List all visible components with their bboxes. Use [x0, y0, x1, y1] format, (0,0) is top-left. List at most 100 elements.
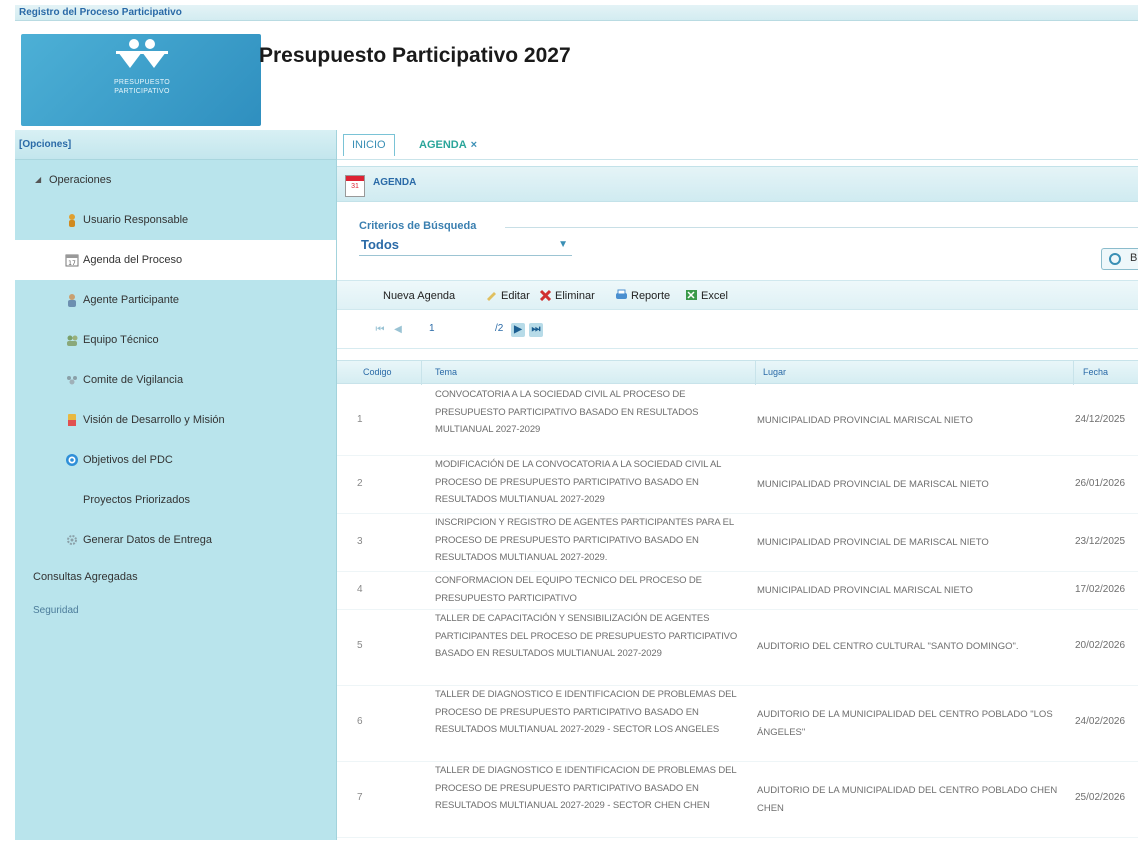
table-row[interactable]: 5 TALLER DE CAPACITACIÓN Y SENSIBILIZACI…: [337, 610, 1138, 686]
sidebar-item-label: Comite de Vigilancia: [83, 374, 184, 386]
cell-code: 5: [357, 640, 363, 651]
cell-code: 6: [357, 716, 363, 727]
divider: [1073, 361, 1074, 385]
page-total: /2: [495, 323, 504, 334]
cell-tema: CONFORMACION DEL EQUIPO TECNICO DEL PROC…: [435, 575, 702, 604]
cell-fecha: 26/01/2026: [1075, 478, 1126, 489]
cell-code: 1: [357, 414, 363, 425]
excel-button[interactable]: Excel: [685, 289, 728, 305]
sidebar-item-proyectos-priorizados[interactable]: Proyectos Priorizados: [15, 480, 336, 520]
report-button[interactable]: Reporte: [615, 289, 670, 305]
divider: [505, 227, 1138, 228]
sidebar-item-label: Equipo Técnico: [83, 334, 159, 346]
table-row[interactable]: 2 MODIFICACIÓN DE LA CONVOCATORIA A LA S…: [337, 456, 1138, 514]
edit-button[interactable]: Editar: [485, 289, 530, 305]
cell-tema: INSCRIPCION Y REGISTRO DE AGENTES PARTIC…: [435, 517, 734, 563]
cell-fecha: 25/02/2026: [1075, 792, 1126, 803]
cell-tema: TALLER DE DIAGNOSTICO E IDENTIFICACION D…: [435, 765, 737, 811]
column-header-lugar[interactable]: Lugar: [763, 367, 786, 377]
sidebar-section-seguridad[interactable]: Seguridad: [15, 594, 336, 628]
sidebar-item-comite-de-vigilancia[interactable]: Comite de Vigilancia: [15, 360, 336, 400]
search-legend: Criterios de Búsqueda: [359, 220, 477, 232]
gear-icon: [67, 535, 77, 545]
cell-lugar: AUDITORIO DE LA MUNICIPALIDAD DEL CENTRO…: [757, 785, 1058, 814]
sidebar-item-label: Agenda del Proceso: [83, 254, 183, 266]
table-header: Codigo Tema Lugar Fecha: [337, 360, 1138, 385]
printer-icon: [616, 289, 627, 299]
column-header-fecha[interactable]: Fecha: [1083, 367, 1108, 377]
search-button[interactable]: B: [1101, 248, 1138, 270]
table-row[interactable]: 1 CONVOCATORIA A LA SOCIEDAD CIVIL AL PR…: [337, 386, 1138, 456]
table-row[interactable]: 6 TALLER DE DIAGNOSTICO E IDENTIFICACION…: [337, 686, 1138, 762]
cell-fecha: 24/12/2025: [1075, 414, 1126, 425]
committee-icon: [67, 376, 77, 385]
chevron-down-icon[interactable]: ▼: [558, 239, 568, 250]
cell-code: 4: [357, 584, 363, 595]
search-button-label: B: [1130, 252, 1138, 264]
sidebar-item-label: Generar Datos de Entrega: [83, 534, 213, 546]
close-icon[interactable]: ×: [471, 139, 477, 151]
tree-node-operaciones[interactable]: ◢ Operaciones: [15, 160, 336, 200]
cell-lugar: AUDITORIO DE LA MUNICIPALIDAD DEL CENTRO…: [757, 709, 1053, 738]
svg-text:17: 17: [68, 260, 76, 267]
report-label: Reporte: [631, 290, 671, 302]
last-page-icon[interactable]: ⏭: [529, 323, 543, 337]
cell-lugar: MUNICIPALIDAD PROVINCIAL DE MARISCAL NIE…: [757, 479, 989, 490]
sidebar-item-agente-participante[interactable]: Agente Participante: [15, 280, 336, 320]
tab-inicio[interactable]: INICIO: [343, 134, 395, 156]
filter-select[interactable]: Todos ▼: [359, 236, 572, 256]
cell-tema: TALLER DE CAPACITACIÓN Y SENSIBILIZACIÓN…: [435, 613, 738, 659]
tree-node-label: Operaciones: [49, 174, 112, 186]
table-row[interactable]: 7 TALLER DE DIAGNOSTICO E IDENTIFICACION…: [337, 762, 1138, 838]
caret-down-icon[interactable]: ◢: [35, 160, 41, 200]
first-page-icon[interactable]: ⏮: [373, 323, 387, 337]
sidebar-item-equipo-tecnico[interactable]: Equipo Técnico: [15, 320, 336, 360]
panel-title: AGENDA: [373, 177, 417, 188]
delete-icon: [539, 289, 552, 301]
cell-lugar: AUDITORIO DEL CENTRO CULTURAL "SANTO DOM…: [757, 641, 1019, 652]
logo-people-icon: [116, 39, 168, 68]
cell-fecha: 24/02/2026: [1075, 716, 1126, 727]
sidebar-item-agenda-del-proceso[interactable]: 17 Agenda del Proceso: [15, 240, 336, 280]
page-input[interactable]: 1: [429, 323, 435, 334]
edit-label: Editar: [501, 290, 530, 302]
sidebar-item-label: Visión de Desarrollo y Misión: [83, 414, 225, 426]
next-page-icon[interactable]: ▶: [511, 323, 525, 337]
window-title-bar: Registro del Proceso Participativo: [15, 5, 1138, 21]
sidebar-item-vision-de-desarrollo[interactable]: Visión de Desarrollo y Misión: [15, 400, 336, 440]
window-title: Registro del Proceso Participativo: [19, 7, 182, 18]
table-row[interactable]: 3 INSCRIPCION Y REGISTRO DE AGENTES PART…: [337, 514, 1138, 572]
sidebar-section-consultas[interactable]: Consultas Agregadas: [15, 560, 336, 594]
user-icon: [69, 214, 75, 227]
table-row[interactable]: 4 CONFORMACION DEL EQUIPO TECNICO DEL PR…: [337, 572, 1138, 610]
cell-lugar: MUNICIPALIDAD PROVINCIAL MARISCAL NIETO: [757, 585, 973, 596]
search-icon: [1109, 253, 1121, 265]
new-agenda-label: Nueva Agenda: [383, 290, 456, 302]
delete-button[interactable]: Eliminar: [539, 289, 595, 305]
header: PRESUPUESTO PARTICIPATIVO Presupuesto Pa…: [15, 22, 1138, 130]
new-agenda-button[interactable]: Nueva Agenda: [383, 289, 455, 305]
target-icon: [66, 454, 78, 466]
sidebar-item-label: Proyectos Priorizados: [83, 494, 190, 506]
sidebar-item-label: Objetivos del PDC: [83, 454, 173, 466]
sidebar-item-label: Agente Participante: [83, 294, 180, 306]
search-criteria: Criterios de Búsqueda Todos ▼: [359, 220, 1138, 260]
team-icon: [67, 335, 78, 346]
tab-agenda[interactable]: AGENDA ×: [415, 134, 481, 156]
person-icon: [68, 294, 76, 307]
cell-fecha: 23/12/2025: [1075, 536, 1126, 547]
sidebar-header[interactable]: [Opciones]: [15, 130, 336, 160]
excel-label: Excel: [701, 290, 728, 302]
toolbar: Nueva Agenda Editar Eliminar Reporte Exc…: [337, 280, 1138, 310]
delete-label: Eliminar: [555, 290, 595, 302]
column-header-tema[interactable]: Tema: [435, 367, 457, 377]
cell-code: 7: [357, 792, 363, 803]
sidebar-item-label: Usuario Responsable: [83, 214, 189, 226]
pagination: ⏮ ◀ 1 /2 ▶ ⏭: [337, 311, 1138, 349]
vision-icon: [68, 414, 76, 426]
sidebar-item-objetivos-del-pdc[interactable]: Objetivos del PDC: [15, 440, 336, 480]
column-header-code[interactable]: Codigo: [363, 367, 392, 377]
sidebar-item-generar-datos[interactable]: Generar Datos de Entrega: [15, 520, 336, 560]
sidebar-item-usuario-responsable[interactable]: Usuario Responsable: [15, 200, 336, 240]
prev-page-icon[interactable]: ◀: [391, 323, 405, 337]
